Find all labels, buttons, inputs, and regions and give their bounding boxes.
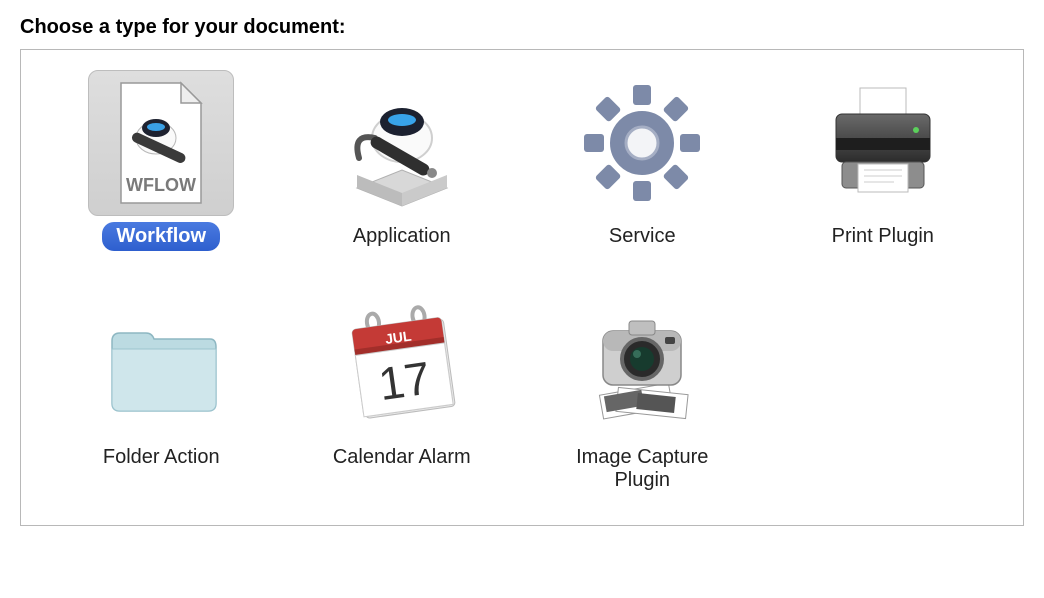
print-plugin-icon: [810, 70, 956, 216]
image-capture-plugin-icon: [569, 291, 715, 437]
type-image-capture-plugin[interactable]: Image Capture Plugin: [532, 291, 753, 495]
page-title: Choose a type for your document:: [20, 16, 1024, 39]
workflow-icon: WFLOW: [88, 70, 234, 216]
type-calendar-alarm[interactable]: JUL 17 Calendar Alarm: [292, 291, 513, 495]
type-label: Print Plugin: [818, 222, 948, 251]
svg-text:WFLOW: WFLOW: [126, 175, 196, 195]
type-print-plugin[interactable]: Print Plugin: [773, 70, 994, 251]
type-label: Service: [595, 222, 690, 251]
service-icon: [569, 70, 715, 216]
type-label: Calendar Alarm: [319, 443, 485, 472]
type-application[interactable]: Application: [292, 70, 513, 251]
type-folder-action[interactable]: Folder Action: [51, 291, 272, 495]
document-type-grid: WFLOW Workflow: [20, 49, 1024, 526]
type-label: Workflow: [102, 222, 220, 251]
type-service[interactable]: Service: [532, 70, 753, 251]
type-label: Application: [339, 222, 465, 251]
calendar-alarm-icon: JUL 17: [329, 291, 475, 437]
type-label: Folder Action: [89, 443, 234, 472]
application-icon: [329, 70, 475, 216]
svg-text:17: 17: [375, 352, 433, 411]
type-label: Image Capture Plugin: [542, 443, 742, 495]
type-workflow[interactable]: WFLOW Workflow: [51, 70, 272, 251]
folder-action-icon: [88, 291, 234, 437]
